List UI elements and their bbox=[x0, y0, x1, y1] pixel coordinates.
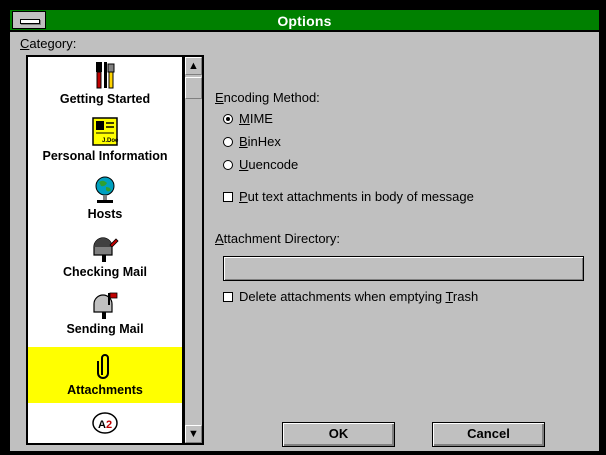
category-item-label: Personal Information bbox=[42, 149, 168, 163]
radio-button-icon bbox=[223, 113, 233, 124]
radio-button-icon bbox=[223, 159, 233, 170]
category-item-label: Getting Started bbox=[59, 92, 151, 106]
category-item-attachments[interactable]: Attachments bbox=[28, 347, 182, 403]
category-scrollbar[interactable]: ▲ ▼ bbox=[184, 55, 204, 445]
delete-attachments-checkbox[interactable]: Delete attachments when emptying Trash bbox=[223, 289, 478, 304]
attachment-directory-field[interactable] bbox=[223, 256, 584, 281]
category-item-partial[interactable]: A 2 bbox=[28, 409, 182, 443]
category-item-label: Checking Mail bbox=[62, 265, 148, 279]
category-item-label: Hosts bbox=[87, 207, 123, 221]
tools-icon bbox=[96, 62, 115, 89]
scroll-down-button[interactable]: ▼ bbox=[185, 425, 202, 443]
radio-uuencode[interactable]: Uuencode bbox=[223, 157, 298, 172]
ok-button[interactable]: OK bbox=[282, 422, 395, 447]
radio-button-icon bbox=[223, 136, 233, 147]
arrow-down-icon: ▼ bbox=[188, 428, 199, 440]
arrow-up-icon: ▲ bbox=[188, 60, 199, 72]
checkbox-icon bbox=[223, 291, 233, 302]
category-item-personal-information[interactable]: J.Doe Personal Information bbox=[28, 117, 182, 169]
radio-uuencode-label: Uuencode bbox=[239, 157, 299, 172]
put-text-in-body-checkbox[interactable]: Put text attachments in body of message bbox=[223, 189, 474, 204]
options-dialog: Options Category: Getting Started J.Doe … bbox=[8, 8, 601, 453]
radio-mime[interactable]: MIME bbox=[223, 111, 273, 126]
category-item-hosts[interactable]: Hosts bbox=[28, 175, 182, 227]
svg-text:2: 2 bbox=[106, 419, 112, 431]
radio-mime-label: MIME bbox=[239, 111, 273, 126]
mailbox-icon bbox=[93, 237, 119, 262]
category-label: Category: bbox=[20, 36, 77, 51]
category-item-getting-started[interactable]: Getting Started bbox=[28, 60, 182, 112]
radio-binhex[interactable]: BinHex bbox=[223, 134, 281, 149]
checkbox-icon bbox=[223, 191, 233, 202]
category-item-checking-mail[interactable]: Checking Mail bbox=[28, 233, 182, 285]
window-title: Options bbox=[277, 13, 332, 29]
category-item-sending-mail[interactable]: Sending Mail bbox=[28, 290, 182, 342]
scroll-track[interactable] bbox=[185, 99, 202, 423]
window-frame: Options Category: Getting Started J.Doe … bbox=[0, 0, 606, 455]
mailbox-flag-icon bbox=[93, 292, 118, 319]
paperclip-icon bbox=[97, 354, 109, 379]
category-item-label: Sending Mail bbox=[66, 322, 144, 336]
delete-attachments-label: Delete attachments when emptying Trash bbox=[239, 289, 479, 304]
svg-text:J.Doe: J.Doe bbox=[102, 138, 119, 144]
address-book-icon: A 2 bbox=[92, 412, 118, 434]
attachment-directory-label: Attachment Directory: bbox=[215, 231, 340, 246]
encoding-method-label: Encoding Method: bbox=[215, 90, 320, 105]
category-list[interactable]: Getting Started J.Doe Personal Informati… bbox=[26, 55, 184, 445]
globe-icon bbox=[95, 176, 115, 203]
svg-text:A: A bbox=[98, 419, 106, 431]
put-text-in-body-label: Put text attachments in body of message bbox=[239, 189, 474, 204]
scroll-up-button[interactable]: ▲ bbox=[185, 57, 202, 75]
cancel-button[interactable]: Cancel bbox=[432, 422, 545, 447]
radio-binhex-label: BinHex bbox=[239, 134, 281, 149]
scroll-thumb[interactable] bbox=[185, 77, 202, 99]
category-item-label: Attachments bbox=[67, 383, 143, 397]
title-bar[interactable]: Options bbox=[10, 10, 599, 32]
id-card-icon: J.Doe bbox=[92, 117, 119, 146]
